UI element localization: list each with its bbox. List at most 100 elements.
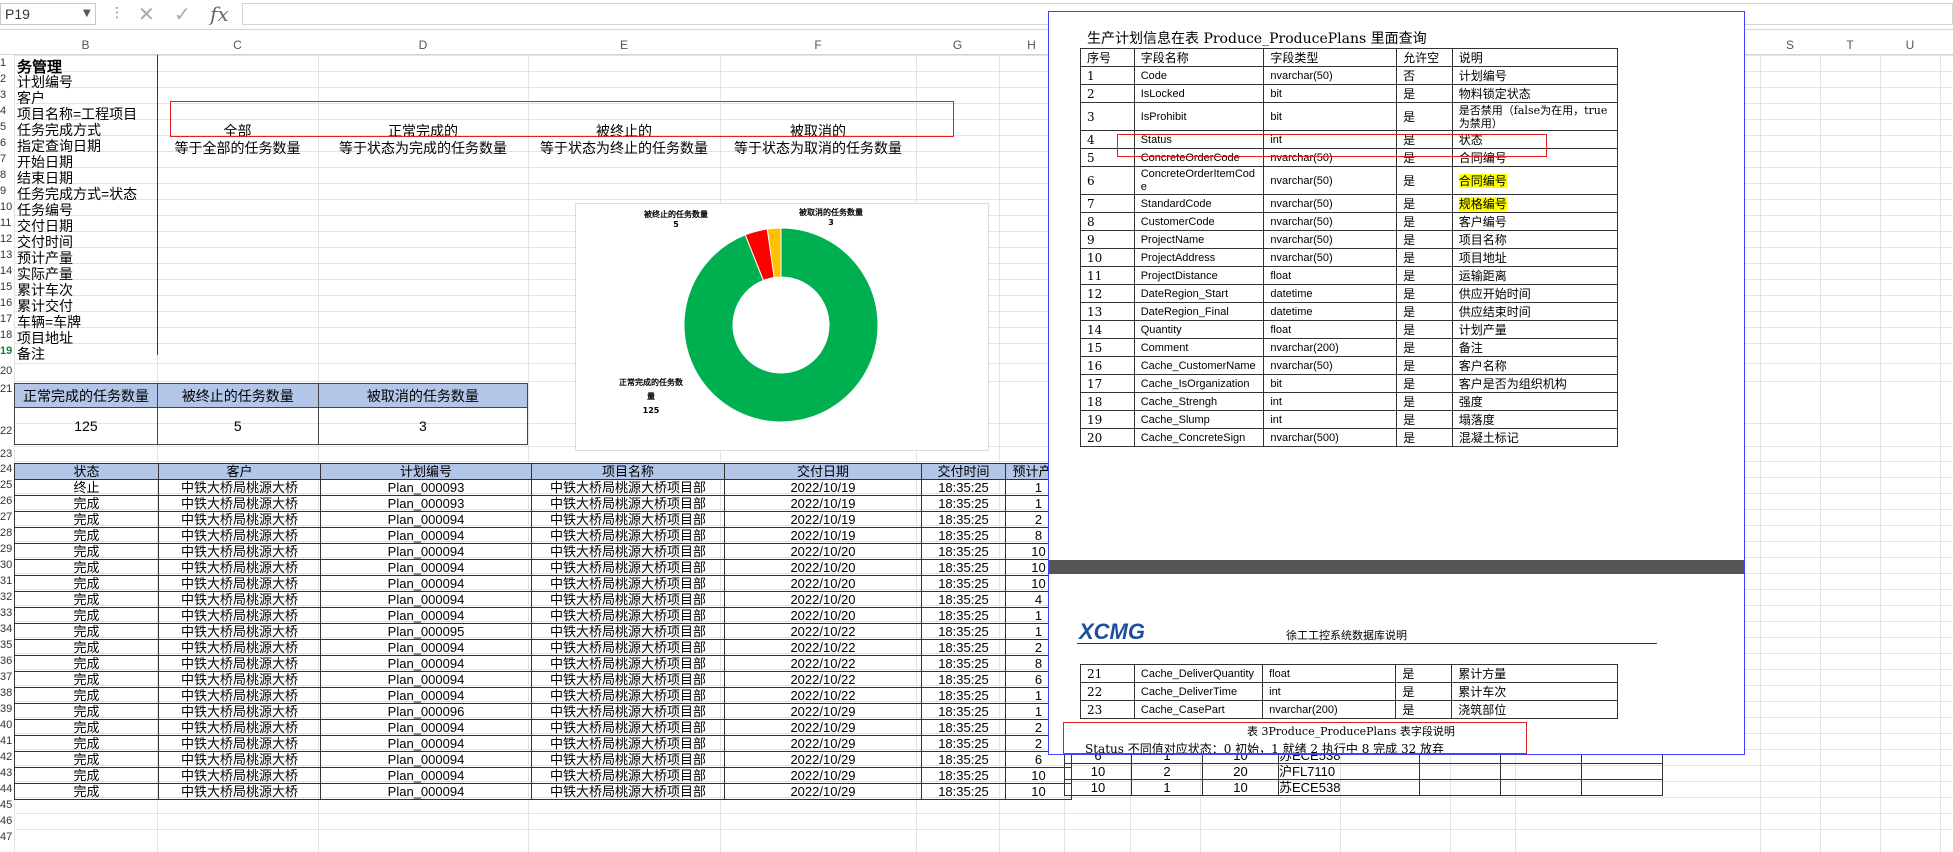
table-cell[interactable]: 2022/10/19 [724, 527, 922, 544]
table-cell[interactable]: 18:35:25 [921, 623, 1006, 640]
table-cell[interactable]: 中铁大桥局桃源大桥项目部 [531, 671, 725, 688]
table-cell[interactable]: 2022/10/22 [724, 687, 922, 704]
table-cell[interactable]: 完成 [14, 623, 159, 640]
table-cell[interactable]: 中铁大桥局桃源大桥项目部 [531, 543, 725, 560]
table-cell[interactable]: 终止 [14, 479, 159, 496]
row-header[interactable]: 26 [0, 495, 14, 507]
table-cell[interactable]: 2022/10/19 [724, 511, 922, 528]
table-cell[interactable]: 中铁大桥局桃源大桥 [158, 783, 321, 800]
row-header[interactable]: 47 [0, 831, 14, 843]
table-cell[interactable]: 中铁大桥局桃源大桥 [158, 591, 321, 608]
table-cell[interactable]: 完成 [14, 575, 159, 592]
table-cell[interactable]: 中铁大桥局桃源大桥项目部 [531, 591, 725, 608]
table-cell[interactable]: 完成 [14, 783, 159, 800]
table-cell[interactable]: 完成 [14, 511, 159, 528]
table-cell[interactable]: 2022/10/29 [724, 767, 922, 784]
table-cell[interactable]: Plan_000093 [320, 495, 532, 512]
row-header[interactable]: 23 [0, 448, 14, 460]
table-cell[interactable]: 中铁大桥局桃源大桥项目部 [531, 655, 725, 672]
table-cell[interactable] [1581, 779, 1663, 796]
table-cell[interactable]: 10 [1202, 779, 1279, 796]
table-cell[interactable]: 中铁大桥局桃源大桥 [158, 495, 321, 512]
table-cell[interactable]: 2022/10/22 [724, 655, 922, 672]
table-cell[interactable]: 10 [1005, 767, 1072, 784]
row-header[interactable]: 4 [0, 105, 14, 117]
table-cell[interactable]: 18:35:25 [921, 783, 1006, 800]
row-header[interactable]: 6 [0, 137, 14, 149]
table-cell[interactable]: 完成 [14, 655, 159, 672]
table-cell[interactable] [1419, 763, 1501, 780]
table-cell[interactable]: 18:35:25 [921, 719, 1006, 736]
table-cell[interactable]: 中铁大桥局桃源大桥 [158, 479, 321, 496]
row-header[interactable]: 40 [0, 719, 14, 731]
table-cell[interactable]: 中铁大桥局桃源大桥项目部 [531, 767, 725, 784]
table-row[interactable]: 完成 中铁大桥局桃源大桥 Plan_000094 中铁大桥局桃源大桥项目部 2022/1… [14, 671, 1072, 688]
table-cell[interactable]: Plan_000094 [320, 575, 532, 592]
table-cell[interactable]: 中铁大桥局桃源大桥项目部 [531, 607, 725, 624]
table-cell[interactable]: 中铁大桥局桃源大桥项目部 [531, 479, 725, 496]
table-cell[interactable]: 中铁大桥局桃源大桥 [158, 767, 321, 784]
doc-overlay[interactable]: 生产计划信息在表 Produce_ProducePlans 里面查询 序号 字段名… [1048, 11, 1745, 756]
donut-chart[interactable]: 被终止的任务数量 5 被取消的任务数量 3 正常完成的任务数 量 125 [575, 203, 989, 451]
table-row[interactable]: 完成 中铁大桥局桃源大桥 Plan_000094 中铁大桥局桃源大桥项目部 2022/1… [14, 559, 1072, 576]
table-cell[interactable]: 2022/10/20 [724, 575, 922, 592]
table-cell[interactable]: 18:35:25 [921, 559, 1006, 576]
table-row[interactable]: 完成 中铁大桥局桃源大桥 Plan_000095 中铁大桥局桃源大桥项目部 2022/1… [14, 623, 1072, 640]
table-cell[interactable]: 苏ECE538 [1278, 779, 1420, 796]
table-cell[interactable]: 完成 [14, 719, 159, 736]
table-row[interactable]: 10 2 20 沪FL7110 [1064, 763, 1663, 780]
table-cell[interactable]: Plan_000094 [320, 735, 532, 752]
table-cell[interactable]: 10 [1005, 783, 1072, 800]
table-row[interactable]: 终止 中铁大桥局桃源大桥 Plan_000093 中铁大桥局桃源大桥项目部 2022/1… [14, 479, 1072, 496]
table-cell[interactable]: Plan_000094 [320, 751, 532, 768]
row-header[interactable]: 9 [0, 185, 14, 197]
table-cell[interactable] [1500, 763, 1582, 780]
row-header[interactable]: 27 [0, 511, 14, 523]
row-header[interactable]: 8 [0, 169, 14, 181]
table-cell[interactable]: 2022/10/29 [724, 719, 922, 736]
table-row[interactable]: 完成 中铁大桥局桃源大桥 Plan_000094 中铁大桥局桃源大桥项目部 2022/1… [14, 575, 1072, 592]
table-cell[interactable]: 中铁大桥局桃源大桥项目部 [531, 719, 725, 736]
table-cell[interactable]: 完成 [14, 703, 159, 720]
row-header[interactable]: 12 [0, 233, 14, 245]
table-cell[interactable]: Plan_000094 [320, 783, 532, 800]
table-cell[interactable]: 完成 [14, 687, 159, 704]
row-header[interactable]: 18 [0, 329, 14, 341]
row-header[interactable]: 29 [0, 543, 14, 555]
row-header[interactable]: 22 [0, 425, 14, 437]
table-cell[interactable]: 2022/10/19 [724, 495, 922, 512]
row-header[interactable]: 35 [0, 639, 14, 651]
table-cell[interactable]: 完成 [14, 543, 159, 560]
table-cell[interactable]: Plan_000096 [320, 703, 532, 720]
table-cell[interactable]: 中铁大桥局桃源大桥 [158, 735, 321, 752]
row-header[interactable]: 20 [0, 365, 14, 377]
table-row[interactable]: 完成 中铁大桥局桃源大桥 Plan_000094 中铁大桥局桃源大桥项目部 2022/1… [14, 607, 1072, 624]
row-header[interactable]: 34 [0, 623, 14, 635]
table-row[interactable]: 完成 中铁大桥局桃源大桥 Plan_000094 中铁大桥局桃源大桥项目部 2022/1… [14, 735, 1072, 752]
table-cell[interactable]: 2022/10/20 [724, 591, 922, 608]
table-cell[interactable]: 中铁大桥局桃源大桥 [158, 671, 321, 688]
table-cell[interactable]: 中铁大桥局桃源大桥 [158, 703, 321, 720]
row-header[interactable]: 1 [0, 57, 14, 69]
row-header[interactable]: 32 [0, 591, 14, 603]
table-cell[interactable]: 18:35:25 [921, 671, 1006, 688]
row-header[interactable]: 25 [0, 479, 14, 491]
donut-slice-completed[interactable] [683, 227, 879, 423]
table-row[interactable]: 完成 中铁大桥局桃源大桥 Plan_000096 中铁大桥局桃源大桥项目部 2022/1… [14, 703, 1072, 720]
table-row[interactable]: 完成 中铁大桥局桃源大桥 Plan_000094 中铁大桥局桃源大桥项目部 2022/1… [14, 543, 1072, 560]
table-cell[interactable]: 18:35:25 [921, 575, 1006, 592]
table-row[interactable]: 完成 中铁大桥局桃源大桥 Plan_000093 中铁大桥局桃源大桥项目部 2022/1… [14, 495, 1072, 512]
table-cell[interactable]: 10 [1064, 779, 1132, 796]
table-row[interactable]: 完成 中铁大桥局桃源大桥 Plan_000094 中铁大桥局桃源大桥项目部 2022/1… [14, 719, 1072, 736]
table-cell[interactable]: 18:35:25 [921, 735, 1006, 752]
table-cell[interactable]: 完成 [14, 527, 159, 544]
table-row[interactable]: 完成 中铁大桥局桃源大桥 Plan_000094 中铁大桥局桃源大桥项目部 2022/1… [14, 591, 1072, 608]
table-cell[interactable]: Plan_000094 [320, 559, 532, 576]
table-cell[interactable]: 中铁大桥局桃源大桥 [158, 751, 321, 768]
table-cell[interactable]: 2022/10/22 [724, 671, 922, 688]
table-row[interactable]: 完成 中铁大桥局桃源大桥 Plan_000094 中铁大桥局桃源大桥项目部 2022/1… [14, 767, 1072, 784]
summary-header-terminated[interactable]: 被终止的任务数量 [156, 383, 319, 408]
table-cell[interactable]: 2022/10/29 [724, 783, 922, 800]
table-cell[interactable]: 完成 [14, 591, 159, 608]
row-header[interactable]: 2 [0, 73, 14, 85]
